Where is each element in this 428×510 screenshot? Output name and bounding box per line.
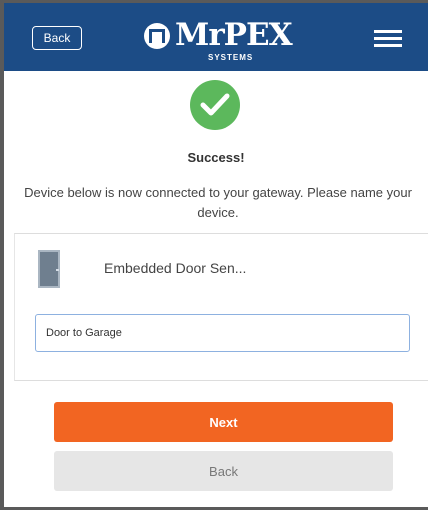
header-back-button[interactable]: Back [32, 26, 82, 50]
logo-mark-icon [144, 23, 170, 49]
hamburger-menu-icon[interactable] [374, 30, 402, 48]
success-title: Success! [187, 150, 245, 165]
door-sensor-icon [38, 250, 60, 288]
logo-subtext: SYSTEMS [208, 53, 254, 62]
check-icon [190, 80, 240, 130]
device-card [14, 233, 428, 381]
brand-logo: MrPEX SYSTEMS [144, 15, 304, 63]
app-header: Back MrPEX SYSTEMS [4, 3, 428, 71]
device-name: Embedded Door Sen... [104, 260, 247, 276]
logo-text: MrPEX [175, 17, 293, 53]
success-message: Device below is now connected to your ga… [24, 185, 412, 220]
device-name-input[interactable] [35, 314, 410, 352]
back-button[interactable]: Back [54, 451, 393, 491]
next-button[interactable]: Next [54, 402, 393, 442]
